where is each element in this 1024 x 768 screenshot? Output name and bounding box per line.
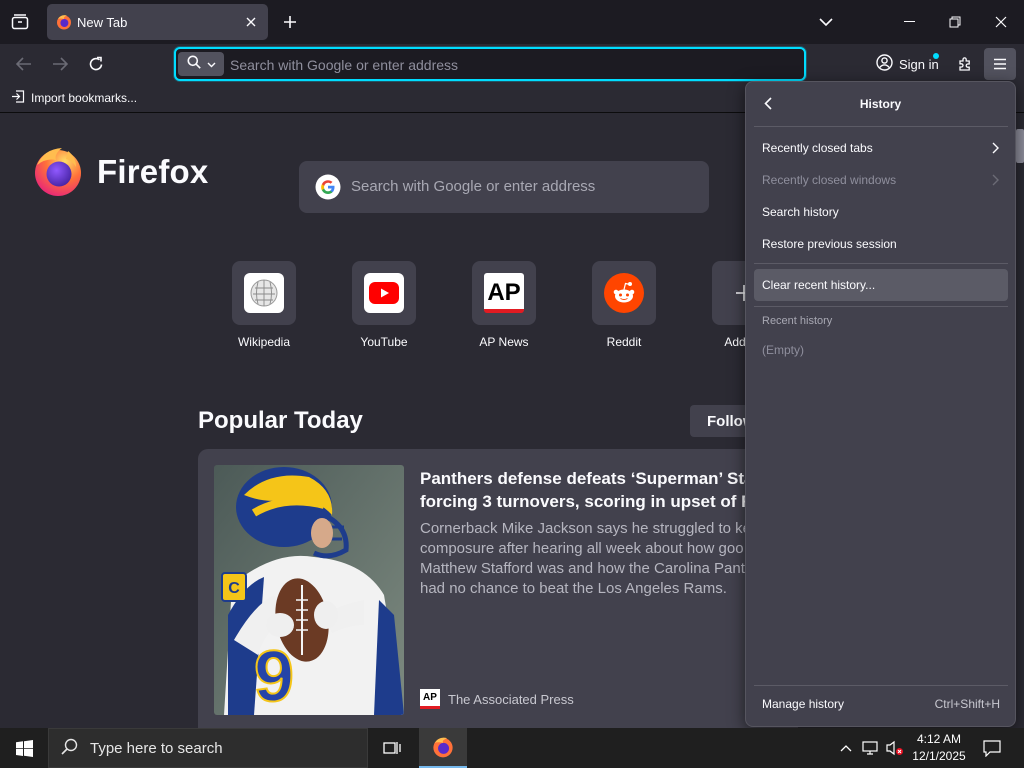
menu-item-label: Manage history	[762, 697, 845, 711]
taskbar-search-placeholder: Type here to search	[90, 739, 223, 757]
newtab-search-box[interactable]: Search with Google or enter address	[299, 161, 709, 213]
svg-text:AP: AP	[487, 279, 520, 304]
restore-icon[interactable]	[940, 7, 970, 37]
firefox-wordmark: Firefox	[97, 153, 209, 190]
extensions-puzzle-icon[interactable]	[951, 50, 979, 78]
page-scrollbar-thumb[interactable]	[1016, 129, 1024, 163]
divider	[754, 685, 1008, 686]
clock-time: 4:12 AM	[916, 732, 962, 746]
menu-item-label: Search history	[762, 205, 839, 219]
menu-item-label: Recently closed windows	[762, 173, 897, 187]
new-tab-plus-icon[interactable]	[279, 11, 301, 33]
svg-text:C: C	[228, 580, 240, 597]
list-all-tabs-icon[interactable]	[9, 11, 31, 33]
titlebar: New Tab	[0, 0, 1024, 44]
import-icon	[11, 90, 25, 106]
shortcut-tile	[592, 261, 656, 325]
section-title: Popular Today	[198, 407, 363, 434]
story-card[interactable]: 9 C Panthers defense defeats ‘Superman’ …	[198, 449, 798, 728]
newtab-search-placeholder: Search with Google or enter address	[351, 178, 596, 195]
shortcut-wikipedia[interactable]: Wikipedia	[204, 261, 324, 349]
volume-muted-icon[interactable]	[884, 728, 906, 768]
shortcut-tile	[232, 261, 296, 325]
story-source: AP The Associated Press	[420, 689, 574, 709]
divider	[754, 306, 1008, 307]
google-logo-icon	[315, 174, 341, 200]
taskbar-firefox-icon[interactable]	[419, 728, 467, 768]
story-source-label: The Associated Press	[448, 691, 574, 707]
close-window-icon[interactable]	[986, 7, 1016, 37]
clock-date: 12/1/2025	[912, 749, 966, 763]
tab-list-chevron-down-icon[interactable]	[815, 11, 837, 33]
chevron-right-icon	[988, 173, 1002, 187]
wikipedia-icon	[244, 273, 284, 313]
recent-history-heading: Recent history	[762, 315, 833, 327]
recently-closed-windows-item[interactable]: Recently closed windows	[754, 165, 1008, 195]
panel-title: History	[859, 97, 902, 111]
story-excerpt: Cornerback Mike Jackson says he struggle…	[420, 520, 754, 597]
chevron-down-icon	[207, 55, 216, 73]
reload-icon[interactable]	[81, 50, 111, 78]
minimize-icon[interactable]	[894, 7, 924, 37]
import-bookmarks-button[interactable]: Import bookmarks...	[11, 90, 137, 106]
divider	[754, 126, 1008, 127]
account-icon	[876, 54, 893, 74]
story-thumbnail: 9 C	[214, 465, 404, 715]
divider	[754, 263, 1008, 264]
navigation-toolbar: Search with Google or enter address Sign…	[0, 44, 1024, 84]
shortcut-label: Reddit	[606, 335, 642, 349]
windows-start-icon[interactable]	[0, 728, 48, 768]
menu-item-label: Recently closed tabs	[762, 141, 873, 155]
task-view-icon[interactable]	[368, 728, 416, 768]
ap-logo-icon: AP	[420, 689, 440, 709]
reddit-icon	[604, 273, 644, 313]
ap-news-icon: AP	[484, 273, 524, 313]
firefox-logo-icon	[32, 145, 84, 197]
search-history-item[interactable]: Search history	[754, 197, 1008, 227]
windows-taskbar: Type here to search 4:12 AM 12/1/2025	[0, 728, 1024, 768]
shortcut-youtube[interactable]: YouTube	[324, 261, 444, 349]
notifications-icon[interactable]	[978, 728, 1006, 768]
manage-history-item[interactable]: Manage history Ctrl+Shift+H	[754, 689, 1008, 719]
clear-recent-history-item[interactable]: Clear recent history...	[754, 269, 1008, 301]
menu-item-label: Restore previous session	[762, 237, 897, 251]
sign-in-label: Sign in	[899, 56, 939, 72]
import-bookmarks-label: Import bookmarks...	[31, 91, 138, 105]
story-headline[interactable]: Panthers defense defeats ‘Superman’ Staf…	[420, 467, 798, 513]
search-icon	[187, 55, 201, 74]
show-hidden-icons-chevron-up-icon[interactable]	[836, 728, 856, 768]
search-icon	[61, 738, 78, 759]
back-arrow-icon[interactable]	[9, 50, 39, 78]
shortcut-tile: AP	[472, 261, 536, 325]
menu-item-label: Clear recent history...	[762, 278, 876, 292]
shortcut-reddit[interactable]: Reddit	[564, 261, 684, 349]
notification-dot	[933, 53, 939, 59]
tab-title: New Tab	[77, 15, 128, 30]
shortcut-label: YouTube	[360, 335, 408, 349]
taskbar-search-box[interactable]: Type here to search	[48, 728, 368, 768]
panel-header: History	[746, 82, 1015, 126]
recently-closed-tabs-item[interactable]: Recently closed tabs	[754, 133, 1008, 163]
chevron-right-icon	[988, 141, 1002, 155]
shortcut-label: AP News	[479, 335, 529, 349]
firefox-favicon-icon	[56, 14, 72, 30]
keyboard-shortcut: Ctrl+Shift+H	[934, 697, 1000, 711]
tab-new-tab[interactable]: New Tab	[47, 4, 268, 40]
search-engine-button[interactable]	[178, 52, 224, 76]
shortcut-ap-news[interactable]: AP AP News	[444, 261, 564, 349]
restore-previous-session-item[interactable]: Restore previous session	[754, 229, 1008, 259]
address-bar[interactable]: Search with Google or enter address	[174, 47, 806, 81]
youtube-icon	[364, 273, 404, 313]
app-menu-hamburger-icon[interactable]	[984, 48, 1016, 80]
sign-in-button[interactable]: Sign in	[870, 49, 944, 79]
recent-history-empty: (Empty)	[762, 343, 804, 357]
shortcut-label: Wikipedia	[237, 335, 291, 349]
close-tab-icon[interactable]	[242, 13, 260, 31]
forward-arrow-icon[interactable]	[45, 50, 75, 78]
shortcut-tile	[352, 261, 416, 325]
taskbar-clock[interactable]: 4:12 AM 12/1/2025	[906, 731, 972, 765]
network-icon[interactable]	[860, 728, 882, 768]
history-panel: History Recently closed tabs Recently cl…	[745, 81, 1016, 727]
url-placeholder: Search with Google or enter address	[230, 57, 459, 73]
